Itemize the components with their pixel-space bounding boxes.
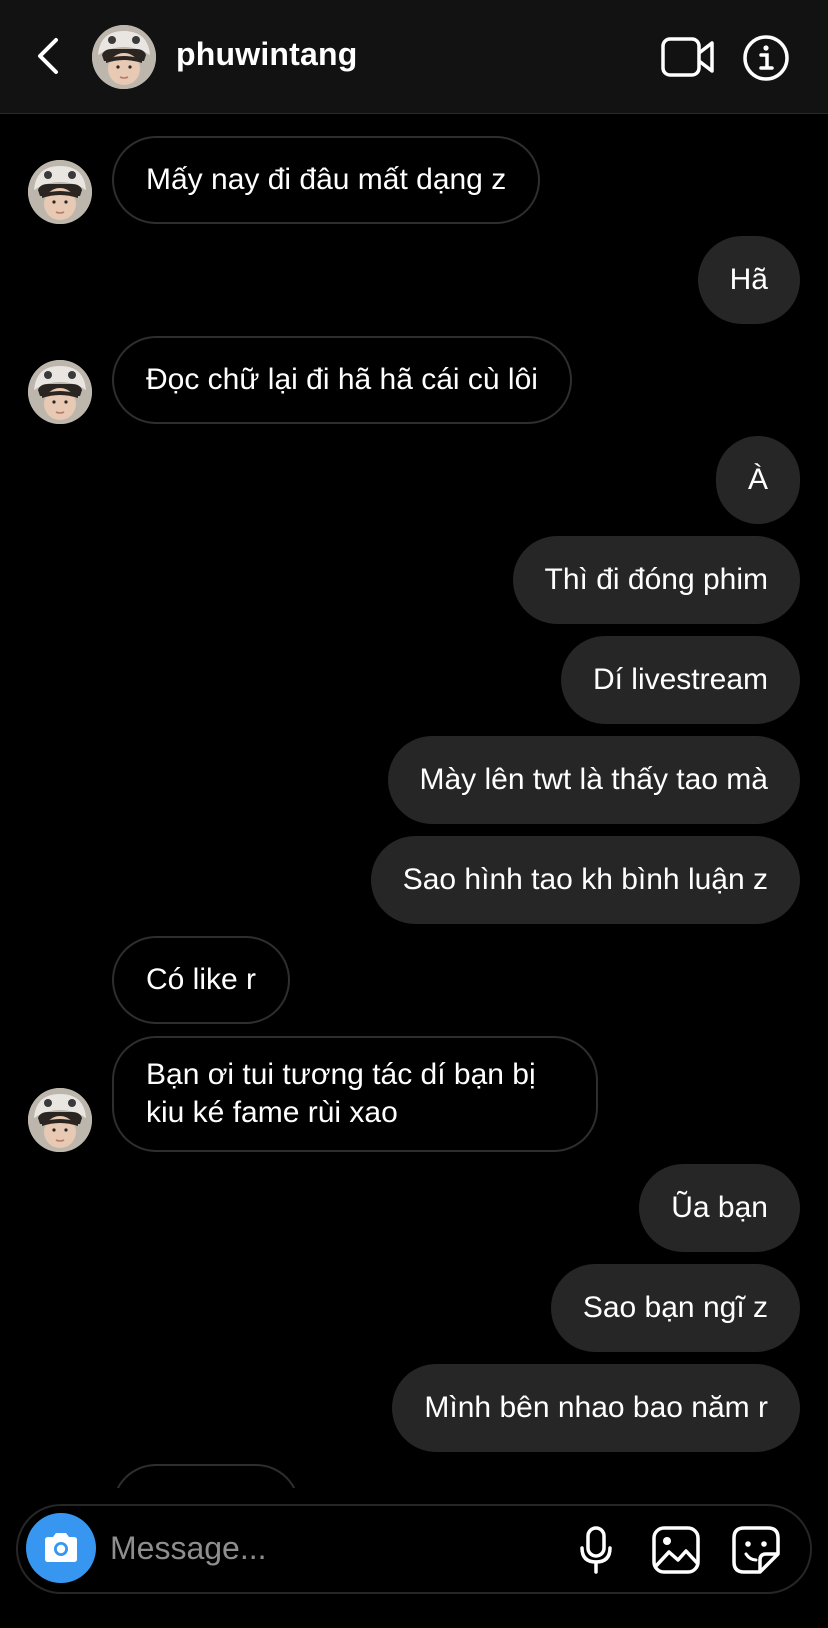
- video-camera-icon: [661, 37, 714, 77]
- outgoing-message[interactable]: Hã: [697, 236, 800, 324]
- message-text: Mấy nay đi đâu mất dạng z: [146, 163, 507, 196]
- message-text: Mày lên twt là thấy tao mà: [419, 763, 769, 796]
- outgoing-message[interactable]: Mày lên twt là thấy tao mà: [387, 736, 800, 824]
- voice-message-button[interactable]: [570, 1524, 622, 1576]
- back-button[interactable]: [26, 32, 70, 80]
- message-text: Bạn ơi tui tương tác dí bạn bị kiu ké fa…: [146, 1058, 536, 1129]
- message-text: À: [747, 463, 768, 496]
- outgoing-message[interactable]: Dí livestream: [560, 636, 800, 724]
- message-text: Đọc chữ lại đi hã hã cái cù lôi: [146, 363, 538, 396]
- sender-avatar[interactable]: [28, 360, 92, 424]
- chat-username[interactable]: phuwintang: [176, 36, 358, 73]
- incoming-message[interactable]: Có like r: [112, 936, 291, 1024]
- info-icon: [743, 35, 789, 81]
- outgoing-message[interactable]: Sao bạn ngĩ z: [550, 1264, 800, 1352]
- camera-icon: [45, 1533, 77, 1562]
- outgoing-message[interactable]: À: [715, 436, 800, 524]
- sticker-button[interactable]: [730, 1524, 782, 1576]
- sender-avatar[interactable]: [28, 1088, 92, 1152]
- sender-avatar[interactable]: [28, 160, 92, 224]
- message-composer: [16, 1504, 812, 1594]
- outgoing-message[interactable]: Thì đi đóng phim: [512, 536, 800, 624]
- sticker-icon: [732, 1526, 780, 1574]
- message-text: Ũa bạn: [671, 1191, 768, 1224]
- incoming-message[interactable]: Đọc chữ lại đi hã hã cái cù lôi: [112, 336, 572, 424]
- gallery-button[interactable]: [650, 1524, 702, 1576]
- incoming-message[interactable]: Mấy nay đi đâu mất dạng z: [112, 136, 541, 224]
- outgoing-message[interactable]: Ũa bạn: [639, 1164, 800, 1252]
- info-button[interactable]: [742, 34, 790, 82]
- video-call-button[interactable]: [660, 35, 716, 79]
- profile-avatar[interactable]: [92, 25, 156, 89]
- incoming-message-partial[interactable]: [112, 1464, 300, 1488]
- outgoing-message[interactable]: Mình bên nhao bao năm r: [392, 1364, 800, 1452]
- message-thread[interactable]: Mấy nay đi đâu mất dạng z Hã Đọc chữ lại…: [0, 114, 828, 1488]
- message-text: Thì đi đóng phim: [544, 563, 768, 596]
- incoming-message[interactable]: Bạn ơi tui tương tác dí bạn bị kiu ké fa…: [112, 1036, 598, 1152]
- microphone-icon: [580, 1526, 612, 1574]
- message-text: Sao bạn ngĩ z: [582, 1291, 768, 1324]
- message-text: Hã: [729, 263, 768, 296]
- outgoing-message[interactable]: Sao hình tao kh bình luận z: [370, 836, 800, 924]
- message-text: Mình bên nhao bao năm r: [424, 1391, 768, 1424]
- chevron-left-icon: [38, 38, 58, 74]
- message-input[interactable]: [110, 1522, 540, 1574]
- chat-header: phuwintang: [0, 0, 828, 114]
- message-text: Sao hình tao kh bình luận z: [402, 863, 768, 896]
- message-text: Dí livestream: [592, 663, 768, 696]
- message-text: Có like r: [146, 963, 257, 996]
- image-icon: [652, 1526, 700, 1574]
- camera-button[interactable]: [26, 1513, 96, 1583]
